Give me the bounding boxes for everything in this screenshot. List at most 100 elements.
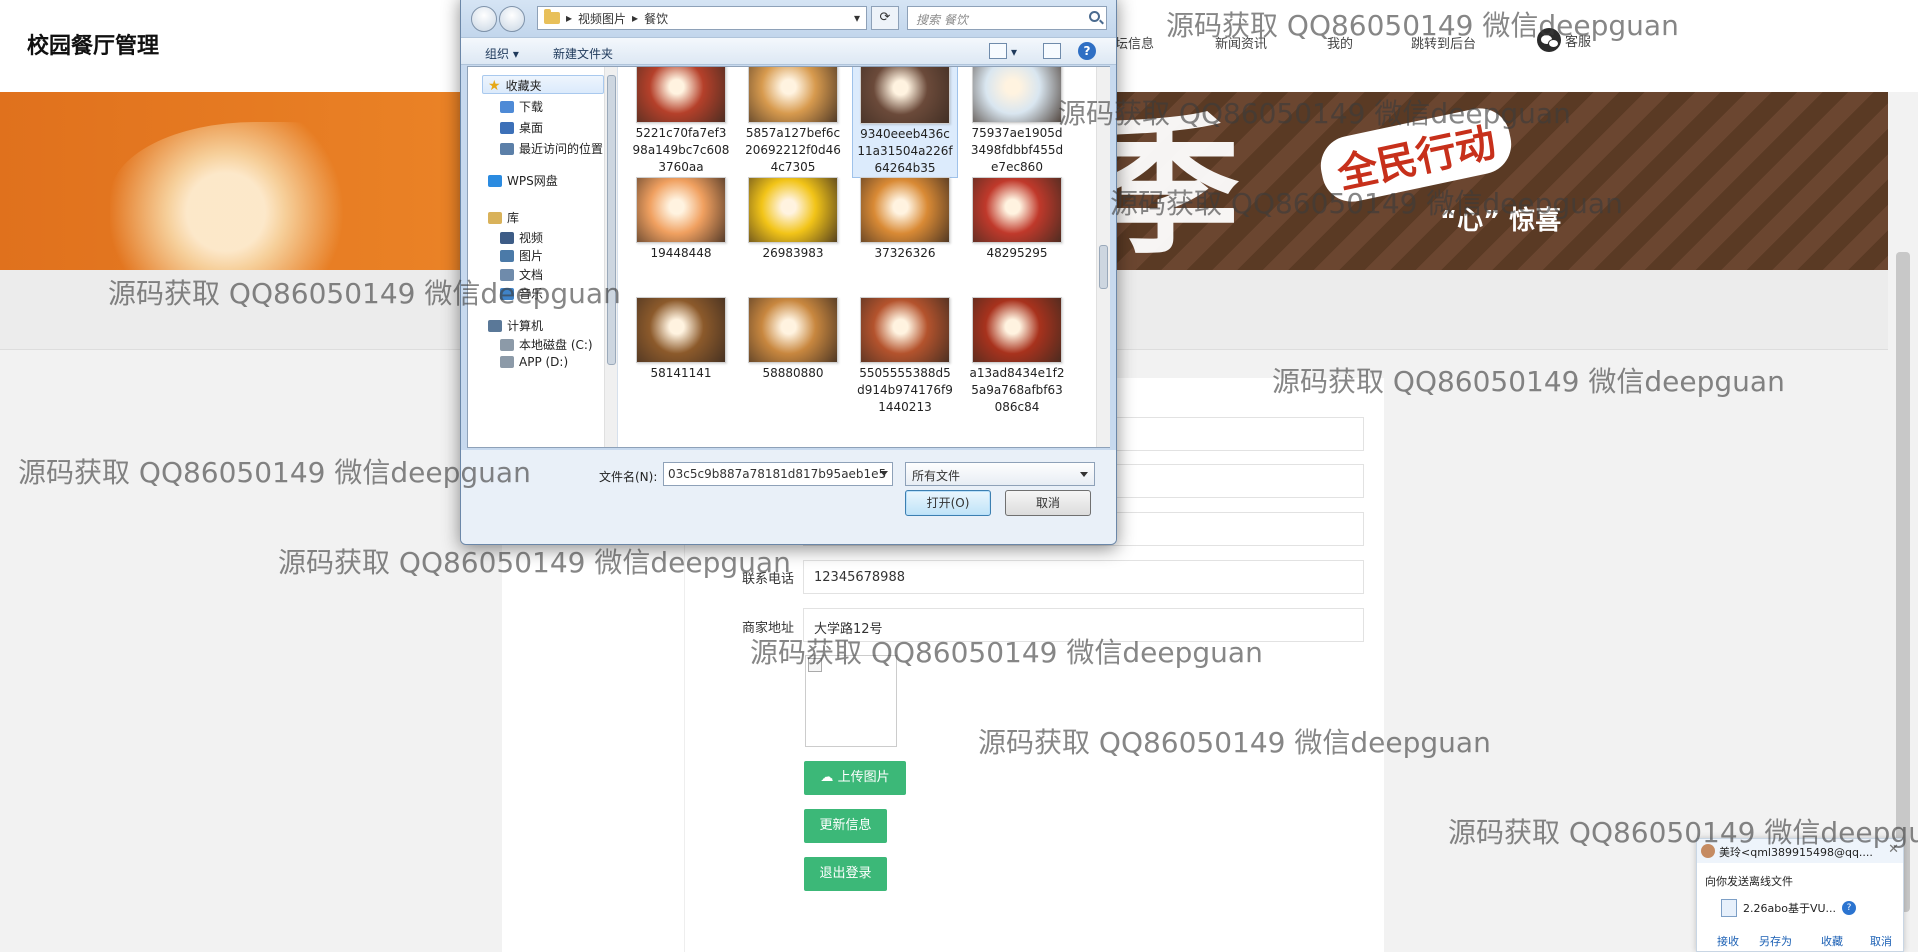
page-scroll-thumb[interactable] — [1896, 252, 1910, 912]
view-options-icon[interactable] — [989, 43, 1007, 59]
help-icon[interactable]: ? — [1078, 42, 1096, 60]
phone-input[interactable]: 12345678988 — [803, 560, 1364, 594]
nav-tree-item[interactable]: 本地磁盘 (C:) — [500, 336, 593, 353]
offline-file-notification: 美玲<qml389915498@qq.... ✕ 向你发送离线文件 2.26ab… — [1696, 838, 1904, 952]
file-thumbnail — [972, 297, 1062, 363]
view-dropdown-icon[interactable]: ▾ — [1011, 45, 1017, 59]
file-name: 75937ae1905d3498fdbbf455de7ec860 — [970, 126, 1064, 174]
file-thumbnail — [748, 297, 838, 363]
nav-tree-label: 文档 — [519, 268, 544, 282]
nav-tree-label: APP (D:) — [519, 355, 569, 369]
file-item[interactable]: 58141141 — [628, 297, 734, 382]
receive-link[interactable]: 接收 — [1717, 933, 1739, 949]
nav-tree-item[interactable]: 视频 — [500, 229, 543, 246]
notification-title: 美玲<qml389915498@qq.... — [1719, 846, 1873, 859]
file-item[interactable]: 9340eeeb436c11a31504a226f64264b35 — [852, 67, 958, 178]
cancel-button[interactable]: 取消 — [1005, 490, 1091, 516]
file-thumbnail — [972, 177, 1062, 243]
open-button[interactable]: 打开(O) — [905, 490, 991, 516]
page-scrollbar[interactable] — [1888, 92, 1918, 952]
nav-tree-item[interactable]: 音乐 — [500, 285, 543, 302]
nav-tree-item[interactable]: 桌面 — [500, 119, 543, 136]
file-item[interactable]: 58880880 — [740, 297, 846, 382]
update-info-button[interactable]: 更新信息 — [804, 809, 887, 843]
document-library-icon — [500, 268, 514, 281]
drive-icon — [500, 338, 514, 351]
notification-file-name: 2.26abo基于VU... — [1743, 902, 1837, 915]
nav-tree-label: 库 — [507, 211, 520, 225]
file-item[interactable]: 19448448 — [628, 177, 734, 262]
nav-tree-item[interactable]: 库 — [488, 209, 519, 226]
nav-tree-label: 最近访问的位置 — [519, 142, 604, 156]
favorite-link[interactable]: 收藏 — [1821, 933, 1843, 949]
banner-decoration — [110, 122, 400, 270]
file-item[interactable]: a13ad8434e1f25a9a768afbf63086c84 — [964, 297, 1070, 416]
nav-tree-item[interactable]: 文档 — [500, 266, 543, 283]
nav-tree-item[interactable]: 图片 — [500, 247, 543, 264]
nav-tree-item[interactable]: WPS网盘 — [488, 172, 558, 189]
nav-tree-item[interactable]: ★ 收藏夹 — [488, 77, 542, 94]
nav-tree-item[interactable]: 下载 — [500, 98, 543, 115]
address-bar[interactable]: ▸ 视频图片 ▸ 餐饮 ▾ — [537, 6, 867, 30]
forward-button[interactable] — [499, 6, 525, 32]
music-library-icon — [500, 287, 514, 300]
nav-tree-item[interactable]: 计算机 — [488, 317, 543, 334]
computer-icon — [488, 319, 502, 332]
notification-file[interactable]: 2.26abo基于VU... ? — [1721, 899, 1857, 917]
file-item[interactable]: 5505555388d5d914b974176f91440213 — [852, 297, 958, 416]
file-item[interactable]: 48295295 — [964, 177, 1070, 262]
file-name: 58880880 — [762, 366, 824, 380]
search-icon[interactable] — [1089, 11, 1100, 22]
upload-image-button[interactable]: ☁ 上传图片 — [804, 761, 906, 795]
filetype-select[interactable]: 所有文件 — [905, 462, 1095, 486]
cancel-link[interactable]: 取消 — [1870, 933, 1892, 949]
breadcrumb-videos-pictures[interactable]: 视频图片 — [578, 10, 626, 27]
preview-pane-icon[interactable] — [1043, 43, 1061, 59]
file-item[interactable]: 5221c70fa7ef398a149bc7c6083760aa — [628, 67, 734, 176]
file-thumbnail — [860, 297, 950, 363]
nav-customer-service[interactable]: 客服 — [1537, 28, 1591, 52]
file-name: 5505555388d5d914b974176f91440213 — [857, 366, 953, 414]
file-item[interactable]: 37326326 — [852, 177, 958, 262]
nav-mine[interactable]: 我的 — [1327, 33, 1353, 52]
nav-tree-label: 视频 — [519, 231, 544, 245]
video-library-icon — [500, 231, 514, 244]
address-input[interactable]: 大学路12号 — [803, 608, 1364, 642]
nav-pane-scroll-thumb[interactable] — [607, 75, 616, 365]
file-list-scrollbar[interactable] — [1096, 67, 1110, 447]
search-input[interactable]: 搜索 餐饮 — [907, 6, 1107, 30]
notification-header: 美玲<qml389915498@qq.... ✕ — [1697, 839, 1903, 863]
nav-forum-info[interactable]: 坛信息 — [1115, 33, 1154, 52]
broken-image-icon — [808, 658, 822, 672]
nav-tree-item[interactable]: APP (D:) — [500, 355, 568, 369]
file-item[interactable]: 5857a127bef6c20692212f0d464c7305 — [740, 67, 846, 176]
nav-news[interactable]: 新闻资讯 — [1215, 33, 1267, 52]
file-thumbnail — [636, 67, 726, 123]
organize-menu[interactable]: 组织 ▾ — [485, 45, 519, 62]
wechat-icon — [1537, 28, 1561, 52]
file-list-scroll-thumb[interactable] — [1099, 245, 1108, 289]
nav-admin[interactable]: 跳转到后台 — [1411, 33, 1476, 52]
avatar — [1701, 844, 1715, 858]
logout-button[interactable]: 退出登录 — [804, 857, 887, 891]
file-item[interactable]: 75937ae1905d3498fdbbf455de7ec860 — [964, 67, 1070, 176]
address-dropdown-icon[interactable]: ▾ — [854, 11, 860, 25]
nav-pane-scrollbar[interactable] — [604, 67, 617, 447]
file-name: 9340eeeb436c11a31504a226f64264b35 — [857, 127, 953, 175]
close-icon[interactable]: ✕ — [1888, 842, 1899, 857]
filename-input[interactable]: 03c5c9b887a78181d817b95aeb1e5 — [663, 462, 893, 486]
save-as-link[interactable]: 另存为 — [1759, 933, 1792, 949]
nav-tree-item[interactable]: 最近访问的位置 — [500, 140, 603, 157]
file-item[interactable]: 26983983 — [740, 177, 846, 262]
breadcrumb-dining[interactable]: 餐饮 — [644, 10, 668, 27]
refresh-button[interactable]: ⟳ — [871, 6, 899, 30]
file-name: 5857a127bef6c20692212f0d464c7305 — [745, 126, 841, 174]
filename-dropdown-icon[interactable] — [880, 471, 888, 476]
recent-places-icon — [500, 142, 514, 155]
address-label: 商家地址 — [741, 621, 794, 636]
back-button[interactable] — [471, 6, 497, 32]
new-folder-button[interactable]: 新建文件夹 — [553, 45, 613, 62]
site-brand[interactable]: 校园餐厅管理 — [27, 28, 159, 60]
file-name: 26983983 — [762, 246, 824, 260]
notification-message: 向你发送离线文件 — [1705, 875, 1793, 888]
